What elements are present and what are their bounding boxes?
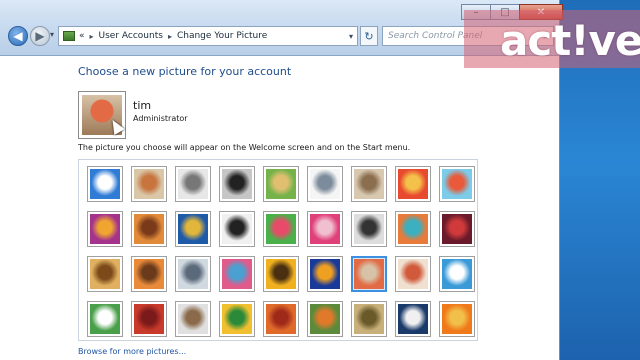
kitten-picture-icon	[354, 169, 384, 199]
brand-logo: act!ve	[500, 16, 640, 65]
gyroscope-picture-icon	[310, 169, 340, 199]
red-fabric-picture-icon	[134, 304, 164, 334]
magenta-flower-picture-icon	[310, 214, 340, 244]
picture-tile-sailboat[interactable]	[439, 256, 475, 292]
picture-tile-butterfly[interactable]	[307, 301, 343, 337]
picture-tile-magenta-flower[interactable]	[307, 211, 343, 247]
lantern-picture-icon	[398, 304, 428, 334]
refresh-button[interactable]: ↻	[360, 26, 378, 46]
picture-grid	[78, 159, 478, 341]
account-role: Administrator	[133, 114, 188, 123]
picture-tile-shell[interactable]	[351, 301, 387, 337]
starfish-picture-icon	[134, 169, 164, 199]
fabric-picture-icon	[134, 214, 164, 244]
picture-tile-blue-abstract[interactable]	[307, 256, 343, 292]
picture-tile-red-fabric[interactable]	[131, 301, 167, 337]
butterfly-picture-icon	[310, 304, 340, 334]
address-bar[interactable]: « ▸ User Accounts ▸ Change Your Picture …	[58, 26, 358, 46]
picture-tile-green-window[interactable]	[219, 301, 255, 337]
record-picture-icon	[222, 169, 252, 199]
breadcrumb-separator: ▸	[167, 31, 172, 41]
main-content: Choose a new picture for your account ti…	[0, 57, 560, 360]
breadcrumb-separator: ▸	[89, 31, 94, 41]
picture-tile-dog[interactable]	[219, 211, 255, 247]
picture-tile-cat-figurine[interactable]	[263, 166, 299, 202]
picture-tile-pencils[interactable]	[263, 211, 299, 247]
soccer-ball-picture-icon	[90, 304, 120, 334]
puppy-picture-icon	[134, 259, 164, 289]
guitar-picture-icon	[90, 259, 120, 289]
control-panel-icon	[63, 31, 75, 41]
chess-picture-icon	[354, 214, 384, 244]
picture-tile-sunflower[interactable]	[263, 256, 299, 292]
bluebrush-picture-icon	[90, 169, 120, 199]
cat-figurine-picture-icon	[266, 169, 296, 199]
address-prefix[interactable]: «	[79, 31, 85, 41]
picture-tile-leaf[interactable]	[175, 211, 211, 247]
blue-abstract-picture-icon	[310, 259, 340, 289]
origami-picture-icon	[442, 214, 472, 244]
stairs-picture-icon	[398, 214, 428, 244]
picture-tile-stairs[interactable]	[395, 211, 431, 247]
picture-description: The picture you choose will appear on th…	[78, 143, 411, 152]
picture-tile-pinwheel[interactable]	[439, 166, 475, 202]
page-title: Choose a new picture for your account	[78, 65, 292, 78]
browse-more-pictures-link[interactable]: Browse for more pictures...	[78, 347, 186, 356]
orange-flower-picture-icon	[442, 304, 472, 334]
back-arrow-icon[interactable]: ◀	[8, 26, 28, 46]
leaf-picture-icon	[178, 214, 208, 244]
picture-tile-gyroscope[interactable]	[307, 166, 343, 202]
toy-robot-picture-icon	[178, 259, 208, 289]
picture-tile-soccer-ball[interactable]	[87, 301, 123, 337]
picture-tile-weave[interactable]	[263, 301, 299, 337]
picture-tile-kitten[interactable]	[351, 166, 387, 202]
picture-tile-balloon[interactable]	[351, 256, 387, 292]
picture-tile-purple-ball[interactable]	[87, 211, 123, 247]
balloon-picture-icon	[354, 259, 384, 289]
picture-tile-puppy[interactable]	[131, 256, 167, 292]
scarves-picture-icon	[222, 259, 252, 289]
picture-tile-flower-red[interactable]	[395, 166, 431, 202]
weave-picture-icon	[266, 304, 296, 334]
picture-tile-record[interactable]	[219, 166, 255, 202]
picture-tile-fabric[interactable]	[131, 211, 167, 247]
picture-tile-guitar[interactable]	[87, 256, 123, 292]
purple-ball-picture-icon	[90, 214, 120, 244]
recent-pages-chevron-icon[interactable]: ▾	[50, 30, 54, 39]
robot-picture-icon	[178, 169, 208, 199]
picture-tile-lantern[interactable]	[395, 301, 431, 337]
sunflower-picture-icon	[266, 259, 296, 289]
breadcrumb-user-accounts[interactable]: User Accounts	[99, 31, 163, 41]
pencils-picture-icon	[266, 214, 296, 244]
dog-picture-icon	[222, 214, 252, 244]
teddy-picture-icon	[178, 304, 208, 334]
doll-picture-icon	[398, 259, 428, 289]
picture-tile-doll[interactable]	[395, 256, 431, 292]
flower-red-picture-icon	[398, 169, 428, 199]
picture-tile-origami[interactable]	[439, 211, 475, 247]
pinwheel-picture-icon	[442, 169, 472, 199]
picture-tile-orange-flower[interactable]	[439, 301, 475, 337]
picture-tile-toy-robot[interactable]	[175, 256, 211, 292]
account-username: tim	[133, 99, 152, 112]
address-dropdown-icon[interactable]: ▾	[349, 32, 353, 41]
breadcrumb-change-your-picture[interactable]: Change Your Picture	[177, 31, 267, 41]
forward-arrow-icon[interactable]: ▶	[30, 26, 50, 46]
picture-tile-scarves[interactable]	[219, 256, 255, 292]
picture-tile-robot[interactable]	[175, 166, 211, 202]
green-window-picture-icon	[222, 304, 252, 334]
picture-tile-bluebrush[interactable]	[87, 166, 123, 202]
picture-tile-teddy[interactable]	[175, 301, 211, 337]
sailboat-picture-icon	[442, 259, 472, 289]
shell-picture-icon	[354, 304, 384, 334]
picture-tile-chess[interactable]	[351, 211, 387, 247]
picture-tile-starfish[interactable]	[131, 166, 167, 202]
